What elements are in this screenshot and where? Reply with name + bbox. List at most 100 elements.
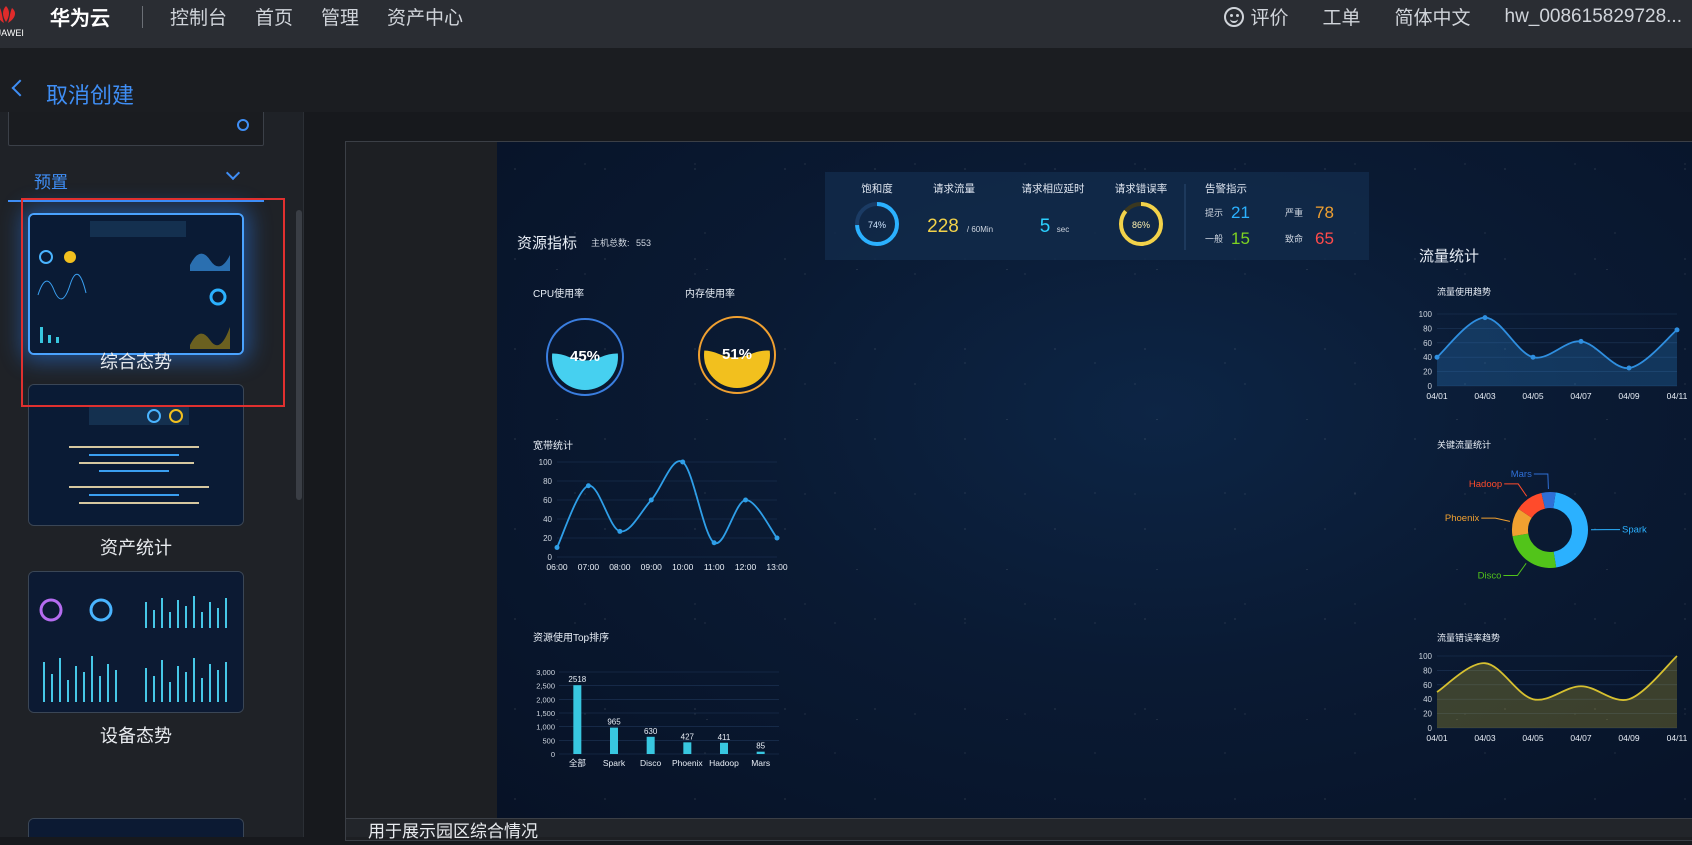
flow-trend-title: 流量使用趋势 xyxy=(1437,286,1491,297)
memory-label: 内存使用率 xyxy=(685,287,735,300)
x-tick-label: 04/03 xyxy=(1474,733,1496,743)
kpi-requests-unit: / 60Min xyxy=(967,225,993,234)
flow-title: 流量统计 xyxy=(1419,248,1479,265)
x-tick-label: 04/01 xyxy=(1426,733,1448,743)
cpu-label: CPU使用率 xyxy=(533,287,584,300)
x-tick-label: 04/09 xyxy=(1618,391,1640,401)
y-tick-label: 1,500 xyxy=(536,709,555,718)
memory-value: 51% xyxy=(722,346,752,363)
x-tick-label: 13:00 xyxy=(766,562,788,572)
brand-name[interactable]: 华为云 xyxy=(50,2,110,31)
bandwidth-title: 宽带统计 xyxy=(533,439,573,452)
y-tick-label: 100 xyxy=(1419,310,1433,319)
kpi-saturation-label: 饱和度 xyxy=(861,182,893,195)
y-tick-label: 500 xyxy=(542,736,555,745)
x-tick-label: 04/11 xyxy=(1667,391,1688,401)
x-tick-label: Phoenix xyxy=(672,758,703,768)
category-label: 预置 xyxy=(34,168,68,193)
account-menu[interactable]: hw_008615829728... xyxy=(1505,6,1683,28)
x-tick-label: 04/05 xyxy=(1522,391,1544,401)
kpi-latency-label: 请求相应延时 xyxy=(1022,182,1085,195)
bar xyxy=(720,743,728,754)
host-total-value: 553 xyxy=(636,238,651,248)
top-bar: HUAWEI 华为云 控制台 首页 管理 资产中心 评价 工单 简体中文 hw_… xyxy=(0,0,1692,48)
cancel-create-link[interactable]: 取消创建 xyxy=(46,78,134,110)
data-point xyxy=(649,498,654,503)
template-card-device-status[interactable] xyxy=(28,571,244,713)
y-tick-label: 40 xyxy=(1423,353,1432,362)
data-point xyxy=(775,536,780,541)
x-tick-label: 04/11 xyxy=(1667,733,1688,743)
x-tick-label: 11:00 xyxy=(704,562,725,572)
y-tick-label: 0 xyxy=(1428,382,1433,391)
x-tick-label: Mars xyxy=(751,758,770,768)
template-search-input[interactable] xyxy=(8,112,264,146)
x-tick-label: Disco xyxy=(640,758,662,768)
key-flow-title: 关键流量统计 xyxy=(1437,439,1491,450)
alert-name-severe: 严重 xyxy=(1285,207,1303,218)
y-tick-label: 0 xyxy=(548,553,553,562)
smile-icon xyxy=(1224,7,1244,27)
data-point xyxy=(743,498,748,503)
data-point xyxy=(712,540,717,545)
y-tick-label: 60 xyxy=(1423,681,1432,690)
x-tick-label: Hadoop xyxy=(709,758,739,768)
template-card-more[interactable] xyxy=(28,818,244,837)
donut-label: Disco xyxy=(1478,571,1502,582)
data-point xyxy=(1675,327,1680,332)
data-point xyxy=(617,529,622,534)
bar xyxy=(610,728,618,754)
y-tick-label: 80 xyxy=(543,477,552,486)
language-switch[interactable]: 简体中文 xyxy=(1394,3,1470,30)
y-tick-label: 20 xyxy=(1423,710,1432,719)
kpi-requests-label: 请求流量 xyxy=(933,182,975,195)
y-tick-label: 3,000 xyxy=(536,668,555,677)
bar-value-label: 85 xyxy=(756,742,765,751)
alert-value-fatal: 65 xyxy=(1315,229,1334,248)
alert-name-hint: 提示 xyxy=(1205,208,1223,218)
data-point xyxy=(586,483,591,488)
leader-line xyxy=(1481,518,1510,521)
alert-name-fatal: 致命 xyxy=(1285,233,1303,244)
y-tick-label: 80 xyxy=(1423,666,1432,675)
key-flow-donut: SparkDiscoPhoenixHadoopMars xyxy=(1445,469,1647,581)
nav-manage[interactable]: 管理 xyxy=(321,3,359,30)
host-total-label: 主机总数: xyxy=(591,237,630,248)
y-tick-label: 0 xyxy=(1428,724,1433,733)
logo-text: HUAWEI xyxy=(0,28,24,38)
donut-slice xyxy=(1553,492,1588,567)
selected-template-highlight xyxy=(21,198,285,407)
data-point xyxy=(1435,355,1440,360)
huawei-logo-icon[interactable]: HUAWEI xyxy=(0,0,32,48)
x-tick-label: 全部 xyxy=(569,758,587,768)
error-trend-chart: 02040608010004/0104/0304/0504/0704/0904/… xyxy=(1419,652,1688,743)
nav-asset-center[interactable]: 资产中心 xyxy=(387,3,463,30)
donut-slice xyxy=(1513,534,1557,568)
alert-value-severe: 78 xyxy=(1315,203,1334,222)
donut-label: Spark xyxy=(1622,525,1647,536)
chevron-down-icon xyxy=(226,166,240,180)
top-nav: 控制台 首页 管理 资产中心 xyxy=(170,3,463,30)
template-label-asset-stats[interactable]: 资产统计 xyxy=(0,534,272,560)
bar xyxy=(757,752,765,754)
bar-value-label: 427 xyxy=(681,732,695,741)
data-point xyxy=(1579,339,1584,344)
sidebar-scrollbar[interactable] xyxy=(296,210,302,500)
x-tick-label: 09:00 xyxy=(641,562,663,572)
category-dropdown[interactable]: 预置 xyxy=(8,156,264,202)
donut-label: Phoenix xyxy=(1445,513,1480,524)
nav-console[interactable]: 控制台 xyxy=(170,3,227,30)
bar xyxy=(573,685,581,754)
feedback-button[interactable]: 评价 xyxy=(1224,3,1288,30)
kpi-error-value: 86% xyxy=(1132,220,1150,230)
alert-value-general: 15 xyxy=(1231,229,1250,248)
x-tick-label: 04/05 xyxy=(1522,733,1544,743)
ticket-link[interactable]: 工单 xyxy=(1322,3,1360,30)
data-point xyxy=(1483,315,1488,320)
x-tick-label: 10:00 xyxy=(672,562,694,572)
kpi-latency-value: 5 xyxy=(1040,216,1051,237)
search-icon[interactable] xyxy=(237,119,249,131)
nav-home[interactable]: 首页 xyxy=(255,3,293,30)
series-line xyxy=(557,461,777,547)
template-label-device-status[interactable]: 设备态势 xyxy=(0,722,272,748)
